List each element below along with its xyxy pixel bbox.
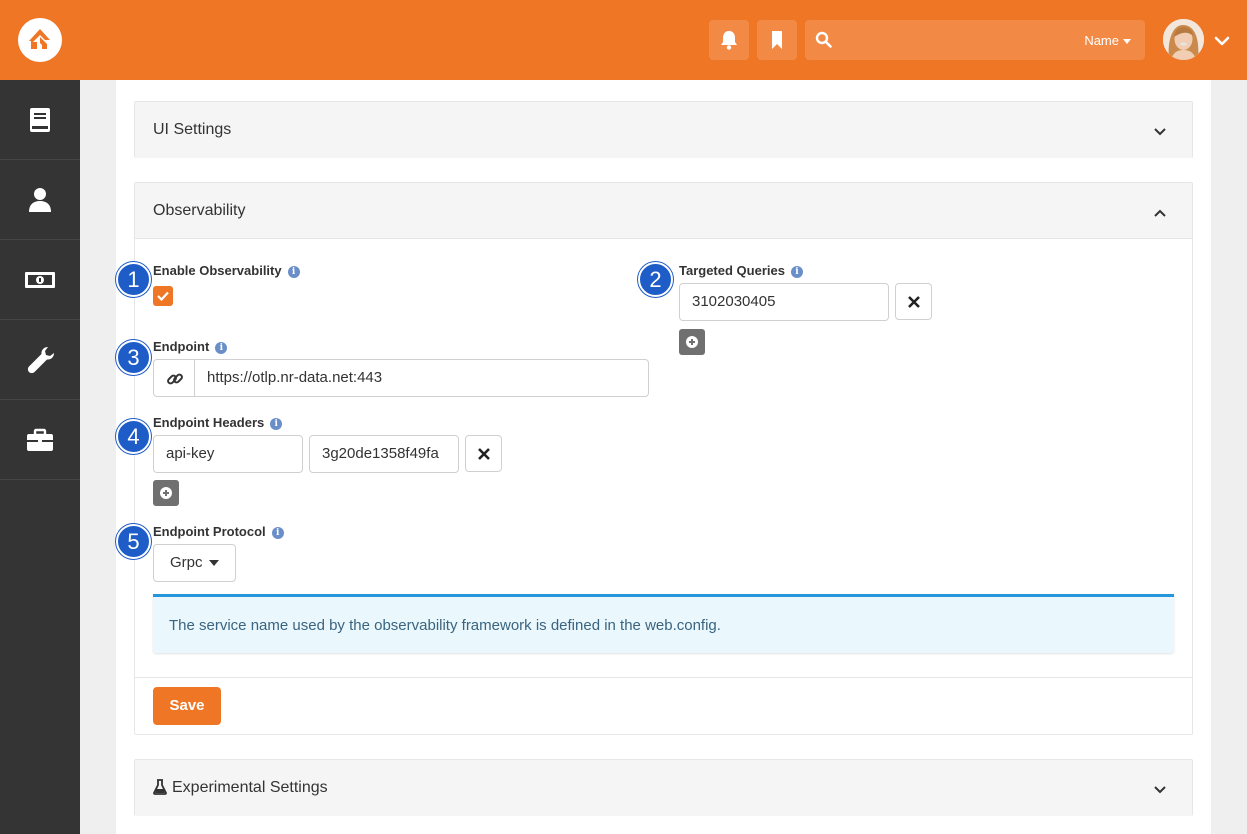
info-icon[interactable]: i: [215, 342, 228, 354]
info-icon[interactable]: i: [270, 418, 283, 430]
header-value-input[interactable]: 3g20de1358f49fa: [309, 435, 459, 473]
endpoint-headers-label: Endpoint Headers i: [153, 415, 283, 430]
targeted-queries-label: Targeted Queries i: [679, 263, 803, 278]
step-badge-2: 2: [638, 262, 673, 297]
sidebar-item-finance[interactable]: [0, 240, 80, 320]
search-scope-label: Name: [1084, 33, 1119, 48]
experimental-settings-panel: Experimental Settings: [134, 759, 1193, 816]
caret-down-icon: [208, 560, 219, 567]
observability-header[interactable]: Observability: [135, 183, 1192, 239]
info-icon[interactable]: i: [287, 266, 300, 278]
search-bar[interactable]: Name: [805, 20, 1145, 60]
label-text: Endpoint Headers: [153, 415, 265, 430]
search-icon: [815, 31, 832, 53]
ui-settings-panel: UI Settings: [134, 101, 1193, 158]
panel-title: Observability: [153, 202, 246, 219]
link-icon: [166, 370, 184, 393]
panel-title: Experimental Settings: [172, 779, 328, 796]
targeted-query-input[interactable]: 3102030405: [679, 283, 889, 321]
endpoint-protocol-label: Endpoint Protocol i: [153, 524, 284, 539]
sidebar-item-jobs[interactable]: [0, 400, 80, 480]
sidebar-item-book[interactable]: [0, 80, 80, 160]
chevron-up-icon: [1154, 205, 1166, 223]
step-badge-5: 5: [116, 524, 151, 559]
label-text: Endpoint: [153, 339, 210, 354]
endpoint-protocol-select[interactable]: Grpc: [153, 544, 236, 582]
label-text: Endpoint Protocol: [153, 524, 266, 539]
sidebar-item-admin-tools[interactable]: [0, 320, 80, 400]
chevron-down-icon[interactable]: [1214, 34, 1230, 52]
bookmarks-button[interactable]: [757, 20, 797, 60]
panel-footer-divider: [135, 677, 1192, 678]
endpoint-addon: [153, 359, 195, 397]
step-badge-3: 3: [116, 340, 151, 375]
step-badge-4: 4: [116, 419, 151, 454]
flask-icon: [153, 779, 167, 800]
endpoint-label: Endpoint i: [153, 339, 228, 354]
enable-observability-checkbox[interactable]: [153, 286, 173, 306]
panel-title: UI Settings: [153, 121, 232, 138]
rock-logo-icon[interactable]: [18, 18, 62, 62]
chevron-down-icon: [1154, 782, 1166, 800]
sidebar: [0, 80, 80, 834]
experimental-settings-header[interactable]: Experimental Settings: [135, 760, 1192, 816]
info-alert: The service name used by the observabili…: [153, 594, 1174, 653]
info-icon[interactable]: i: [790, 266, 803, 278]
label-text: Targeted Queries: [679, 263, 785, 278]
search-scope-dropdown[interactable]: Name: [1084, 33, 1131, 48]
remove-query-button[interactable]: [895, 283, 932, 320]
save-button[interactable]: Save: [153, 687, 221, 725]
caret-down-icon: [1123, 39, 1131, 45]
header-key-input[interactable]: api-key: [153, 435, 303, 473]
notifications-button[interactable]: [709, 20, 749, 60]
avatar[interactable]: [1163, 19, 1204, 60]
chevron-down-icon: [1154, 124, 1166, 142]
select-value: Grpc: [170, 554, 203, 571]
add-header-button[interactable]: [153, 480, 179, 506]
add-query-button[interactable]: [679, 329, 705, 355]
step-badge-1: 1: [116, 262, 151, 297]
label-text: Enable Observability: [153, 263, 282, 278]
endpoint-input[interactable]: https://otlp.nr-data.net:443: [194, 359, 649, 397]
ui-settings-header[interactable]: UI Settings: [135, 102, 1192, 158]
enable-observability-label: Enable Observability i: [153, 263, 300, 278]
sidebar-item-person[interactable]: [0, 160, 80, 240]
top-bar: Name: [0, 0, 1247, 80]
info-icon[interactable]: i: [271, 527, 284, 539]
remove-header-button[interactable]: [465, 435, 502, 472]
